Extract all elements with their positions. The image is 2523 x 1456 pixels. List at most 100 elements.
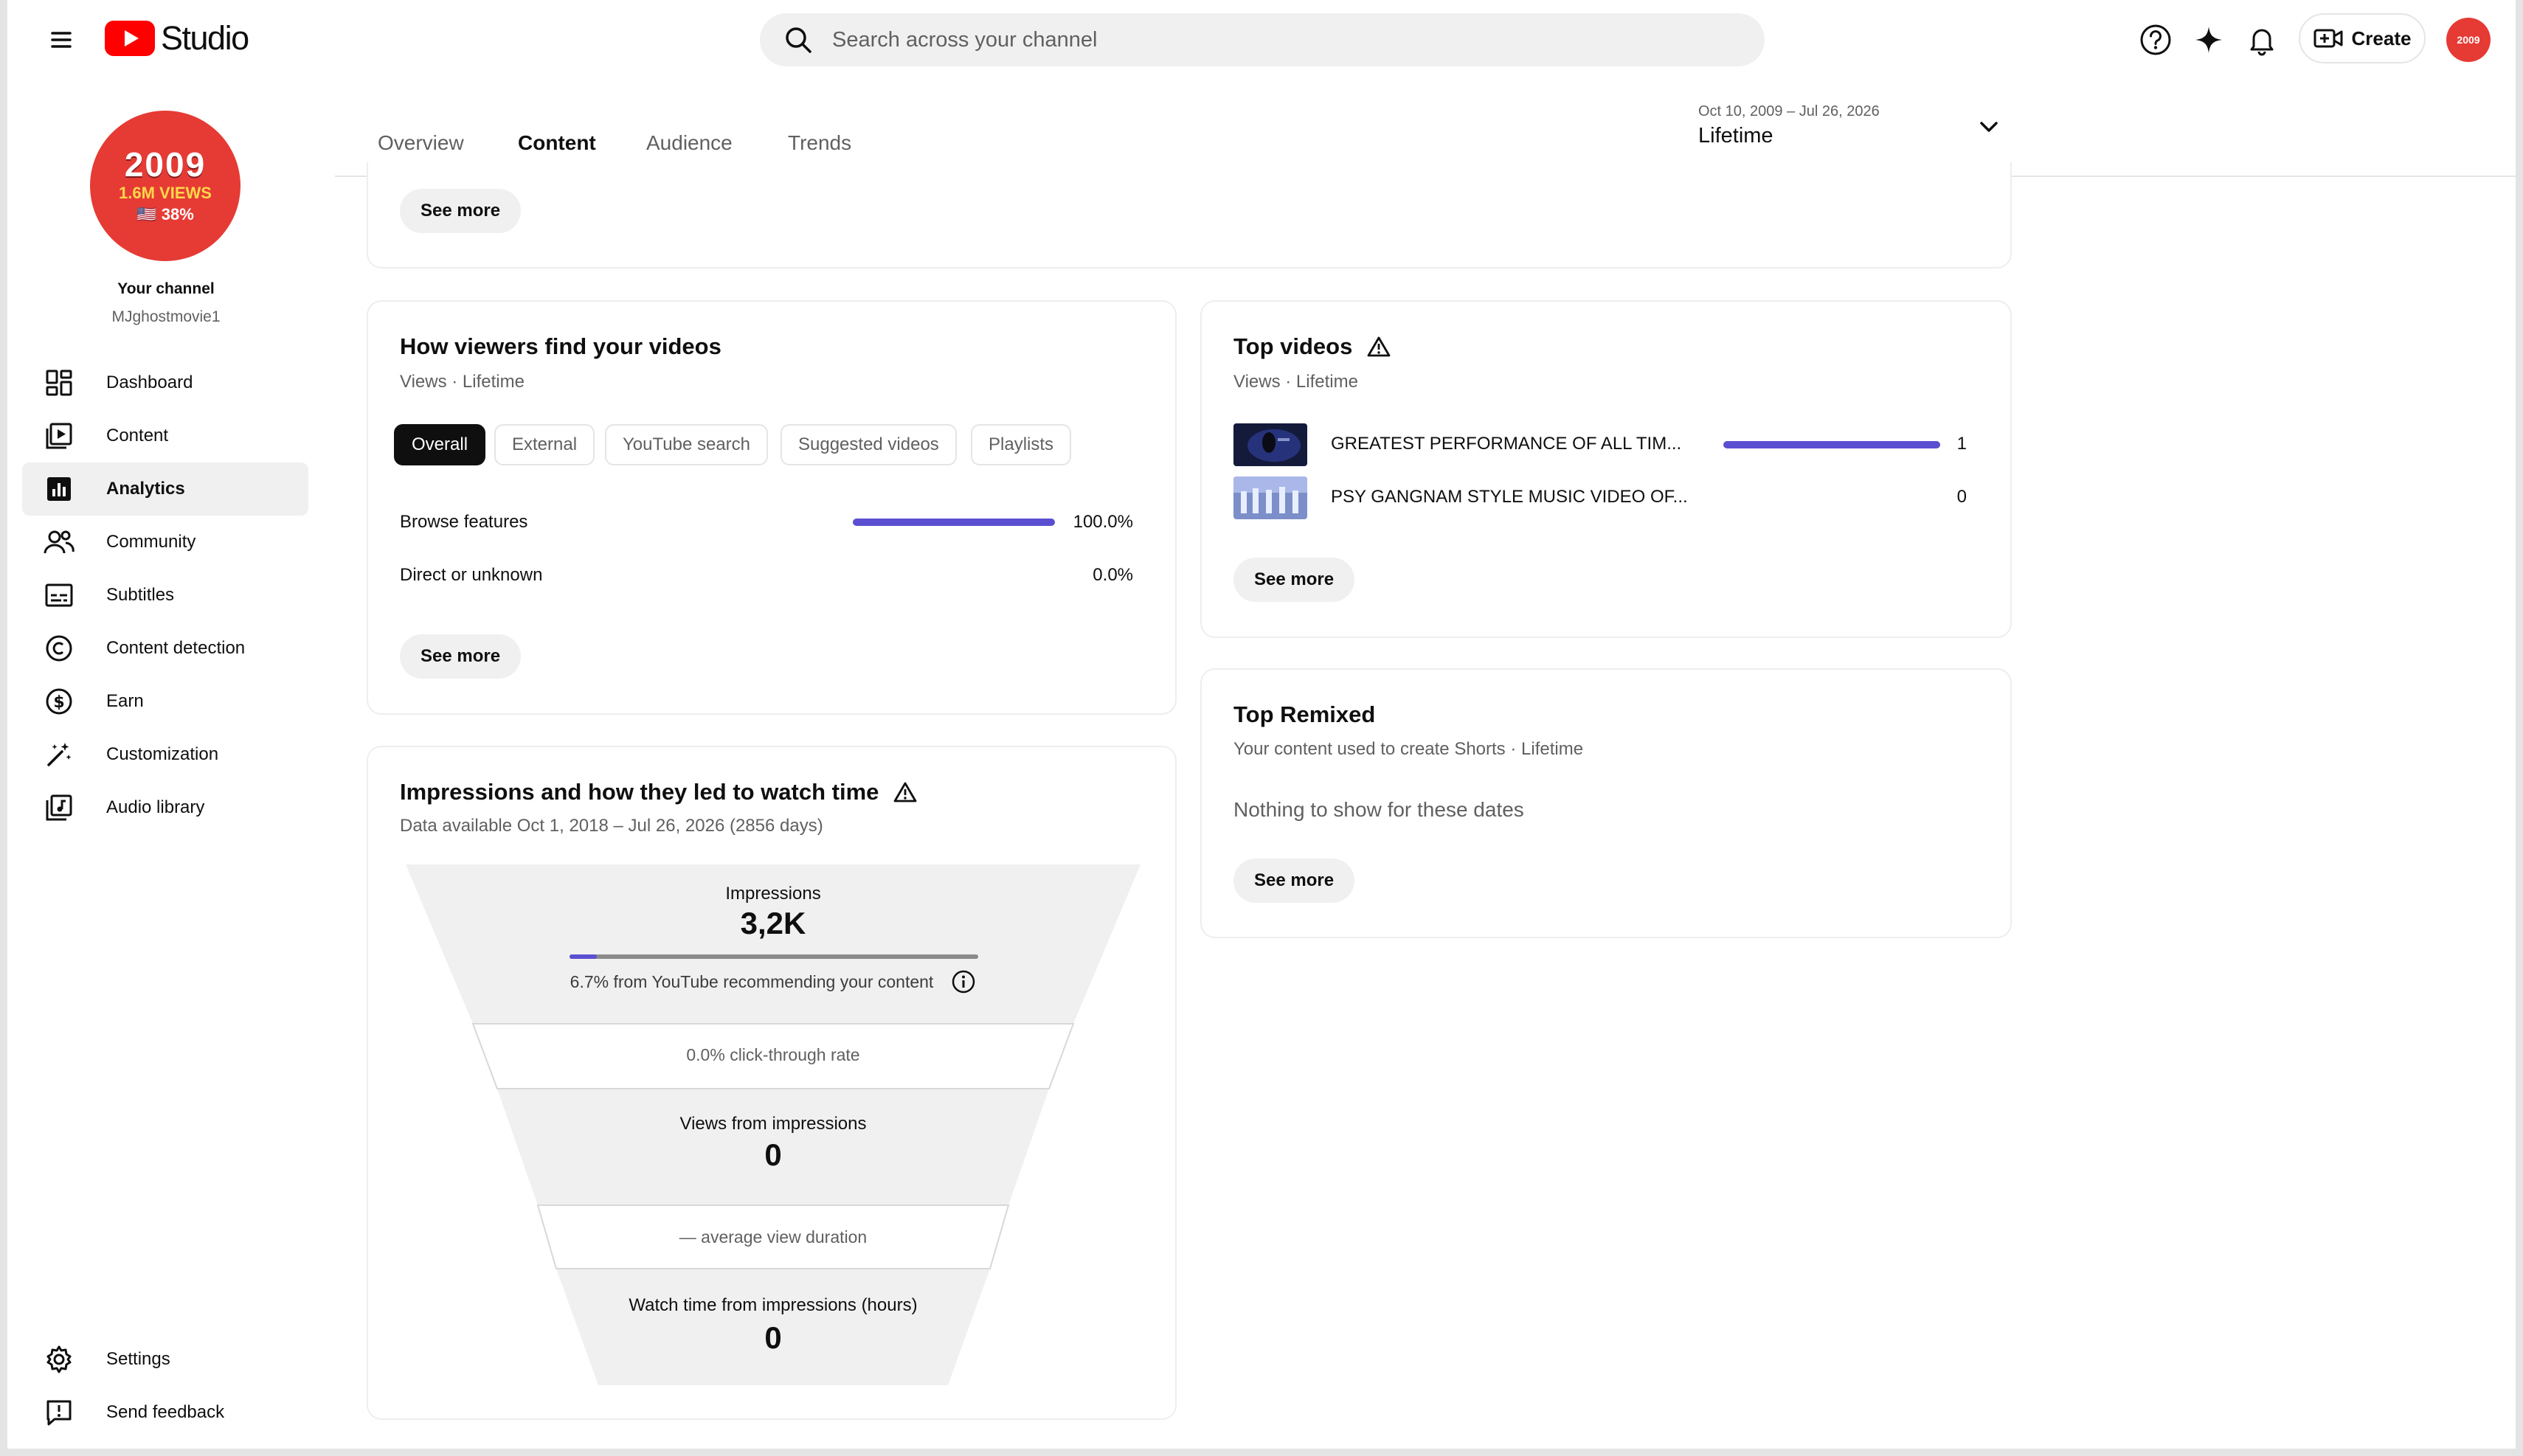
ctr-text: 0.0% click-through rate [686, 1045, 860, 1064]
tab-overview[interactable]: Overview [378, 131, 464, 155]
studio-logo[interactable]: Studio [105, 18, 249, 59]
notifications-bell-icon[interactable] [2241, 19, 2283, 60]
channel-handle: MJghostmovie1 [111, 308, 221, 325]
sidebar-item-label: Subtitles [106, 585, 175, 605]
content-icon [43, 420, 75, 452]
recommend-bar-track [570, 954, 978, 959]
traffic-row-label: Browse features [400, 512, 528, 532]
chip-suggested-videos[interactable]: Suggested videos [781, 424, 957, 465]
avatar-views: 1.6M VIEWS [119, 184, 212, 202]
sidebar-item-content-detection[interactable]: Content detection [22, 622, 308, 675]
previous-card [367, 162, 2012, 268]
traffic-card-subtitle: Views · Lifetime [400, 372, 525, 392]
video-title[interactable]: PSY GANGNAM STYLE MUSIC VIDEO OF... [1331, 487, 1688, 507]
sidebar-item-label: Earn [106, 691, 144, 711]
see-more-button[interactable]: See more [1233, 859, 1355, 903]
community-icon [43, 526, 75, 558]
sidebar-item-label: Settings [106, 1349, 170, 1369]
dashboard-icon [43, 367, 75, 399]
tab-audience[interactable]: Audience [646, 131, 733, 155]
tab-trends[interactable]: Trends [788, 131, 851, 155]
chip-youtube-search[interactable]: YouTube search [605, 424, 769, 465]
account-avatar-text: 2009 [2457, 34, 2480, 46]
views-from-impressions-value: 0 [764, 1137, 782, 1172]
watch-time-label: Watch time from impressions (hours) [629, 1295, 918, 1315]
video-thumbnail[interactable] [1233, 476, 1307, 519]
search-icon [786, 27, 811, 53]
search-input[interactable]: Search across your channel [832, 28, 1097, 52]
video-views-value: 1 [1956, 434, 1967, 454]
sidebar-item-community[interactable]: Community [22, 516, 308, 569]
sidebar-item-earn[interactable]: $ Earn [22, 675, 308, 728]
youtube-logo-icon [105, 21, 155, 56]
traffic-bar-fill [853, 519, 1055, 526]
tab-content[interactable]: Content [518, 131, 596, 155]
sidebar-item-label: Send feedback [106, 1402, 225, 1422]
top-remixed-subtitle: Your content used to create Shorts · Lif… [1233, 739, 1584, 759]
sidebar-item-label: Audio library [106, 797, 205, 817]
sidebar-item-customization[interactable]: Customization [22, 728, 308, 781]
sidebar-item-label: Dashboard [106, 372, 193, 392]
traffic-bar-track [853, 519, 1055, 526]
magic-wand-icon [43, 738, 75, 771]
avg-view-duration-text: — average view duration [679, 1227, 868, 1247]
sidebar-item-audio-library[interactable]: Audio library [22, 781, 308, 834]
sidebar-item-label: Content detection [106, 638, 246, 658]
funnel-title-text: Impressions and how they led to watch ti… [400, 779, 879, 805]
traffic-row-value: 0.0% [1093, 565, 1133, 585]
views-from-impressions-label: Views from impressions [679, 1114, 867, 1134]
recommend-row: 6.7% from YouTube recommending your cont… [406, 969, 1141, 994]
date-period-label[interactable]: Lifetime [1698, 124, 1773, 148]
see-more-button[interactable]: See more [1233, 558, 1355, 602]
create-button[interactable]: Create [2299, 13, 2426, 63]
chip-overall[interactable]: Overall [394, 424, 486, 465]
feedback-icon [43, 1396, 75, 1429]
analytics-icon [43, 473, 75, 505]
sidebar-item-analytics[interactable]: Analytics [22, 462, 308, 516]
sparkle-icon[interactable] [2188, 19, 2229, 60]
studio-app: Studio Search across your channel Create… [7, 0, 2516, 1449]
create-video-icon [2313, 29, 2343, 48]
dollar-icon: $ [43, 685, 75, 718]
video-views-value: 0 [1956, 487, 1967, 507]
brand-name: Studio [161, 19, 249, 57]
funnel-subtitle: Data available Oct 1, 2018 – Jul 26, 202… [400, 816, 823, 836]
impressions-value: 3,2K [740, 906, 806, 940]
recommend-bar-fill [570, 954, 598, 959]
menu-icon[interactable] [41, 19, 82, 60]
video-title[interactable]: GREATEST PERFORMANCE OF ALL TIM... [1331, 434, 1681, 454]
sidebar-item-label: Content [106, 426, 169, 446]
chip-external[interactable]: External [494, 424, 595, 465]
avatar-year: 2009 [124, 145, 207, 184]
video-views-bar-track [1723, 441, 1940, 448]
see-more-button[interactable]: See more [400, 189, 522, 233]
audio-library-icon [43, 791, 75, 824]
traffic-row-value: 100.0% [1073, 512, 1133, 532]
sidebar-item-dashboard[interactable]: Dashboard [22, 356, 308, 409]
svg-text:$: $ [53, 693, 64, 712]
sidebar-item-subtitles[interactable]: Subtitles [22, 569, 308, 622]
channel-avatar[interactable]: 2009 1.6M VIEWS 🇺🇸 38% [90, 111, 240, 261]
help-icon[interactable] [2135, 19, 2176, 60]
traffic-card-title: How viewers find your videos [400, 333, 721, 359]
info-icon[interactable] [951, 969, 976, 994]
warning-icon[interactable] [1367, 336, 1391, 358]
traffic-row-label: Direct or unknown [400, 565, 543, 585]
recommend-text: 6.7% from YouTube recommending your cont… [570, 971, 934, 991]
account-avatar[interactable]: 2009 [2446, 18, 2491, 62]
search-bar[interactable]: Search across your channel [760, 13, 1765, 66]
sidebar-item-content[interactable]: Content [22, 409, 308, 462]
chip-playlists[interactable]: Playlists [971, 424, 1072, 465]
see-more-button[interactable]: See more [400, 634, 522, 679]
impressions-label: Impressions [725, 884, 821, 904]
date-range-text[interactable]: Oct 10, 2009 – Jul 26, 2026 [1698, 103, 1880, 120]
top-remixed-title: Top Remixed [1233, 701, 1376, 727]
video-thumbnail[interactable] [1233, 423, 1307, 466]
sidebar-item-label: Community [106, 532, 196, 552]
chevron-down-icon[interactable] [1973, 111, 2005, 143]
sidebar-item-send-feedback[interactable]: Send feedback [22, 1386, 308, 1439]
top-videos-title: Top videos [1233, 333, 1391, 360]
funnel-title: Impressions and how they led to watch ti… [400, 779, 917, 805]
sidebar-item-settings[interactable]: Settings [22, 1333, 308, 1386]
warning-icon[interactable] [893, 781, 917, 803]
